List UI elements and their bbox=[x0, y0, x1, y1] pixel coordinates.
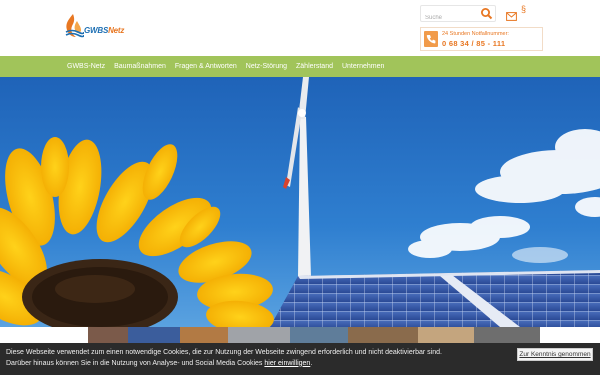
gwbs-logo[interactable]: GWBSNetz bbox=[64, 13, 136, 41]
phone-icon bbox=[426, 35, 436, 44]
mail-icon[interactable] bbox=[506, 8, 517, 21]
logo-brand: GWBS bbox=[84, 26, 109, 35]
nav-item-netz-stoerung[interactable]: Netz-Störung bbox=[246, 63, 287, 70]
phone-badge bbox=[424, 31, 438, 47]
thumb-3 bbox=[180, 327, 228, 343]
search-input[interactable] bbox=[421, 10, 479, 26]
hotline-label: 24 Stunden Notfallnummer: bbox=[442, 31, 509, 37]
hotline-number[interactable]: 0 68 34 / 85 - 111 bbox=[442, 39, 505, 48]
nav-item-zaehlerstand[interactable]: Zählerstand bbox=[296, 63, 333, 70]
hero-image bbox=[0, 77, 600, 327]
search-icon bbox=[481, 8, 493, 20]
solar-panels bbox=[270, 270, 600, 327]
thumb-6 bbox=[348, 327, 418, 343]
nav-item-unternehmen[interactable]: Unternehmen bbox=[342, 63, 384, 70]
cookie-text-end: . bbox=[310, 359, 313, 367]
cookie-accept-button[interactable]: Zur Kenntnis genommen bbox=[517, 348, 593, 361]
logo-flame-icon bbox=[65, 14, 84, 38]
cookie-consent-link[interactable]: hier einwilligen bbox=[264, 360, 310, 367]
cookie-text: Diese Webseite verwendet zum einen notwe… bbox=[6, 348, 446, 369]
nav-item-fragen-antworten[interactable]: Fragen & Antworten bbox=[175, 63, 237, 70]
hero-illustration bbox=[0, 77, 600, 327]
paragraph-icon[interactable]: § bbox=[521, 5, 526, 14]
thumb-8 bbox=[474, 327, 540, 343]
search-box bbox=[420, 5, 496, 26]
image-strip bbox=[88, 327, 540, 343]
header: GWBSNetz § 24 Stunden Notfallnummer: 0 6… bbox=[0, 0, 600, 56]
nav-item-baumassnahmen[interactable]: Baumaßnahmen bbox=[114, 63, 166, 70]
main-navigation: GWBS-Netz Baumaßnahmen Fragen & Antworte… bbox=[0, 56, 600, 77]
cookie-banner: Diese Webseite verwendet zum einen notwe… bbox=[0, 343, 600, 375]
logo-brand-accent: Netz bbox=[108, 26, 125, 35]
thumb-7 bbox=[418, 327, 474, 343]
thumb-1 bbox=[88, 327, 128, 343]
thumb-4 bbox=[228, 327, 290, 343]
thumb-5 bbox=[290, 327, 348, 343]
logo-text: GWBSNetz bbox=[84, 26, 124, 35]
cookie-message: Diese Webseite verwendet zum einen notwe… bbox=[6, 349, 442, 367]
search-button[interactable] bbox=[480, 7, 493, 20]
thumb-2 bbox=[128, 327, 180, 343]
hotline-box[interactable]: 24 Stunden Notfallnummer: 0 68 34 / 85 -… bbox=[420, 27, 543, 51]
nav-item-gwbs-netz[interactable]: GWBS-Netz bbox=[67, 63, 105, 70]
